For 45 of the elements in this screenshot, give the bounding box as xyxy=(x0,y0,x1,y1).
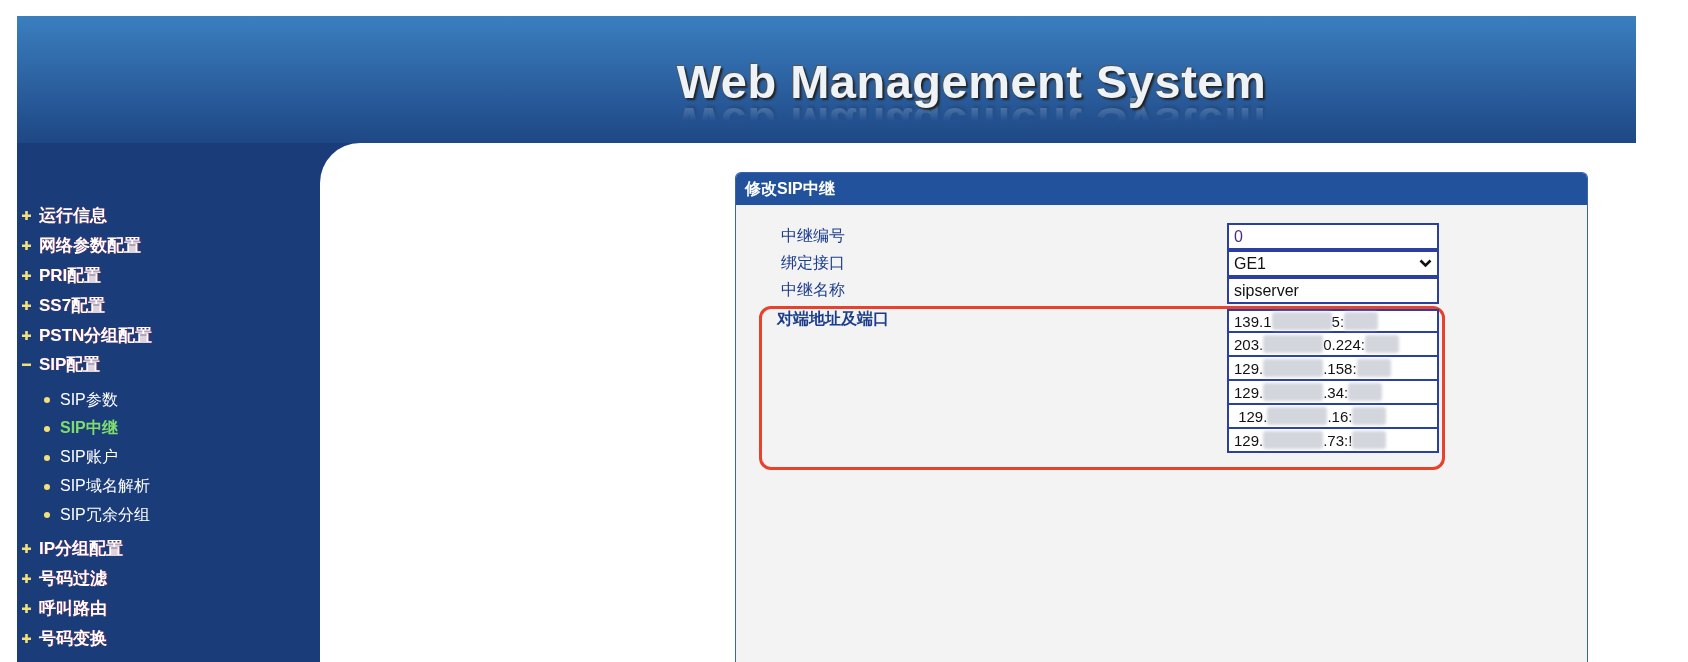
menu-item[interactable]: SIP配置 xyxy=(17,350,320,380)
bullet-icon xyxy=(44,397,50,404)
field-label: 绑定接口 xyxy=(780,253,846,273)
bullet-icon xyxy=(44,454,50,461)
text-field[interactable]: sipserver xyxy=(1227,277,1439,304)
address-field[interactable]: 203. 0.224: xyxy=(1227,333,1439,357)
submenu-item[interactable]: SIP域名解析 xyxy=(17,472,320,501)
bullet-icon xyxy=(44,512,50,519)
plus-icon xyxy=(21,270,32,281)
plus-icon xyxy=(21,329,32,341)
chevron-down-icon xyxy=(1419,259,1432,268)
dropdown[interactable]: GE1 xyxy=(1227,250,1439,277)
menu-item[interactable]: 网络参数配置 xyxy=(17,230,320,261)
plus-icon xyxy=(21,210,32,222)
plus-icon xyxy=(21,602,32,614)
menu-item[interactable]: IP分组配置 xyxy=(17,533,320,564)
plus-icon xyxy=(21,543,32,555)
menu-item[interactable]: PSTN分组配置 xyxy=(17,320,320,350)
plus-icon xyxy=(21,240,32,252)
address-field[interactable]: 139.1 5: xyxy=(1227,309,1439,333)
submenu-item[interactable]: SIP账户 xyxy=(17,443,320,473)
submenu-item[interactable]: SIP冗余分组 xyxy=(17,500,320,530)
bullet-icon xyxy=(44,483,50,490)
panel-title: 修改SIP中继 xyxy=(736,173,1587,205)
field-label: 中继名称 xyxy=(780,280,846,300)
plus-icon xyxy=(21,632,32,644)
menu-item[interactable]: 呼叫路由 xyxy=(17,593,320,624)
menu-item[interactable]: 号码变换 xyxy=(17,623,320,653)
address-field[interactable]: 129. .158: xyxy=(1227,357,1439,381)
menu-item[interactable]: SS7配置 xyxy=(17,290,320,321)
plus-icon xyxy=(21,572,32,584)
menu-item[interactable]: 运行信息 xyxy=(17,201,320,231)
address-field[interactable]: 129. .34: xyxy=(1227,381,1439,405)
field-label: 对端地址及端口 xyxy=(775,309,890,329)
address-field[interactable]: 129. .16: xyxy=(1227,405,1439,429)
plus-icon xyxy=(21,299,32,311)
text-field[interactable]: 0 xyxy=(1227,223,1439,250)
bullet-icon xyxy=(44,425,50,432)
field-label: 中继编号 xyxy=(780,226,846,246)
submenu-item[interactable]: SIP参数 xyxy=(17,385,320,415)
menu-item[interactable]: 号码过滤 xyxy=(17,563,320,594)
menu-item[interactable]: PRI配置 xyxy=(17,260,320,291)
address-field[interactable]: 129. .73:! xyxy=(1227,429,1439,453)
submenu-item[interactable]: SIP中继 xyxy=(17,414,320,444)
app-title: Web Management System xyxy=(676,54,1267,110)
